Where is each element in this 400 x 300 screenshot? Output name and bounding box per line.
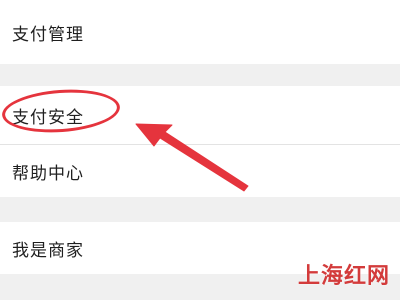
menu-item-label: 支付管理 bbox=[12, 24, 84, 45]
section-gap bbox=[0, 274, 400, 300]
menu-item-help-center[interactable]: 帮助中心 bbox=[0, 145, 400, 197]
section-gap bbox=[0, 197, 400, 222]
settings-screen: 支付管理 支付安全 帮助中心 我是商家 上海红网 bbox=[0, 0, 400, 300]
menu-item-label: 帮助中心 bbox=[12, 163, 84, 184]
menu-item-merchant[interactable]: 我是商家 bbox=[0, 222, 400, 274]
menu-item-payment-management[interactable]: 支付管理 bbox=[0, 0, 400, 64]
menu-item-label: 我是商家 bbox=[12, 240, 84, 261]
section-gap bbox=[0, 64, 400, 86]
menu-item-label: 支付安全 bbox=[12, 107, 84, 128]
menu-item-payment-security[interactable]: 支付安全 bbox=[0, 86, 400, 144]
